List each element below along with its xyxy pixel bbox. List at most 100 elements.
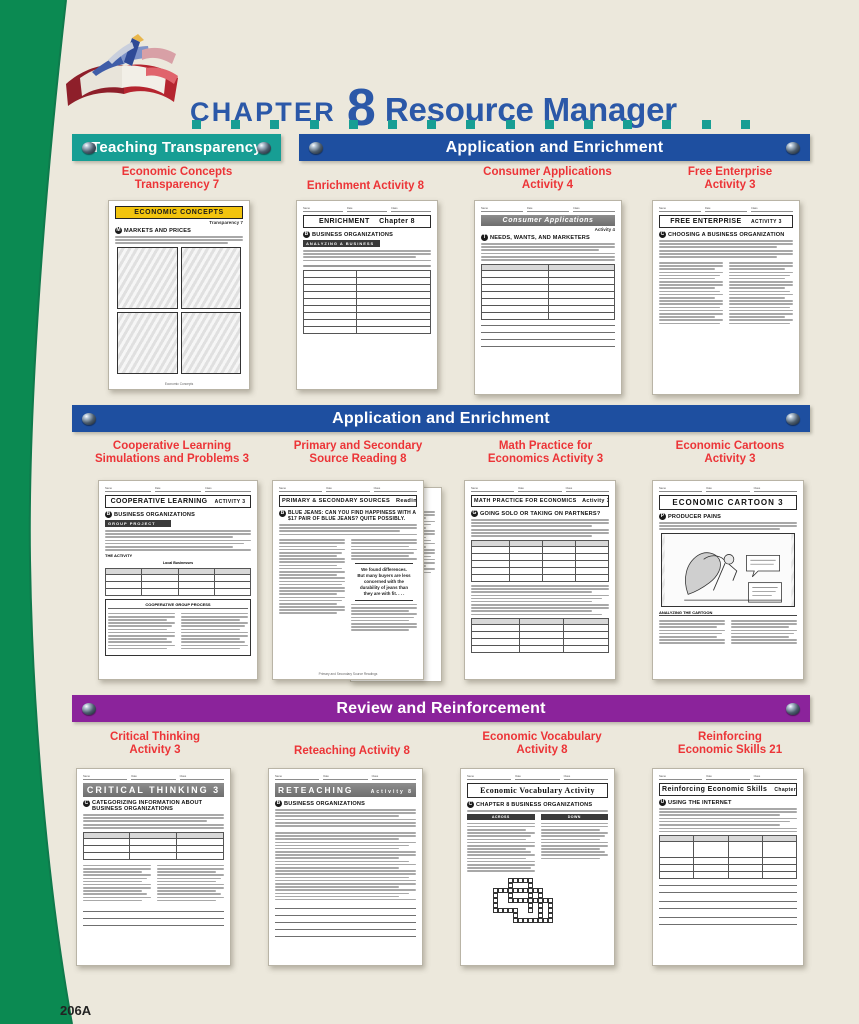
class-field: Class bbox=[391, 206, 431, 212]
worksheet-heading: C CATEGORIZING INFORMATION ABOUT BUSINES… bbox=[83, 800, 224, 812]
worksheet-subtitle: Transparency 7 bbox=[209, 220, 243, 225]
clues-columns: ACROSS DOWN bbox=[467, 813, 608, 874]
caption-consumer-applications-4: Consumer Applications Activity 4 bbox=[460, 166, 635, 192]
heading-text: CATEGORIZING INFORMATION ABOUT BUSINESS … bbox=[92, 800, 203, 812]
down-column: DOWN bbox=[540, 813, 608, 874]
caption-economic-vocabulary-8: Economic Vocabulary Activity 8 bbox=[452, 731, 632, 757]
followup-lines bbox=[471, 584, 609, 616]
name-date-class-row: Name Date Class bbox=[659, 774, 797, 780]
answer-lines bbox=[481, 324, 615, 347]
name-date-class-row: Name Date Class bbox=[105, 486, 251, 492]
directions-lines bbox=[275, 822, 416, 827]
class-field: Class bbox=[205, 486, 251, 492]
name-field: Name bbox=[471, 486, 515, 492]
caption-line-2: Activity 3 bbox=[129, 744, 181, 756]
section-label: THE ACTIVITY bbox=[105, 552, 133, 558]
class-field: Class bbox=[371, 774, 416, 780]
screw-icon bbox=[309, 141, 323, 154]
heading-text: BLUE JEANS: CAN YOU FIND HAPPINESS WITH … bbox=[288, 510, 417, 522]
thumbnail-consumer-applications-activity-4[interactable]: Name Date Class Consumer Applications Ac… bbox=[474, 200, 622, 395]
directions-lines bbox=[303, 250, 431, 262]
chapter-number: 8 bbox=[346, 79, 376, 137]
worksheet-heading: B BUSINESS ORGANIZATIONS bbox=[105, 511, 251, 518]
thumbnail-cooperative-learning-3[interactable]: Name Date Class COOPERATIVE LEARNING ACT… bbox=[98, 480, 258, 680]
reading-tag: Reading 8 bbox=[395, 498, 417, 504]
thumbnail-enrichment-activity-8[interactable]: Name Date Class ENRICHMENT Chapter 8 B B… bbox=[296, 200, 438, 390]
name-date-class-row: Name Date Class bbox=[481, 206, 615, 212]
page-header: CHAPTER 8 Resource Manager bbox=[0, 22, 859, 137]
banner-label: Application and Enrichment bbox=[445, 138, 664, 156]
worksheet-banner: CRITICAL THINKING 3 bbox=[83, 783, 224, 797]
dropcap: U bbox=[659, 799, 666, 806]
banner-label: Review and Reinforcement bbox=[336, 699, 546, 717]
caption-line-1: Economic Concepts bbox=[121, 166, 233, 178]
heading-text: NEEDS, WANTS, AND MARKETERS bbox=[490, 234, 590, 241]
caption-primary-secondary-8: Primary and Secondary Source Reading 8 bbox=[268, 440, 448, 466]
worksheet-heading: G GOING SOLO OR TAKING ON PARTNERS? bbox=[471, 510, 609, 517]
article-column-left bbox=[279, 539, 345, 631]
caption-line-1: Primary and Secondary bbox=[293, 440, 423, 452]
thumbnail-math-practice-economics-3[interactable]: Name Date Class MATH PRACTICE FOR ECONOM… bbox=[464, 480, 616, 680]
worksheet-banner: ECONOMIC CARTOON 3 bbox=[659, 495, 797, 510]
name-field: Name bbox=[481, 206, 523, 212]
name-field: Name bbox=[659, 486, 703, 492]
body-text-lines bbox=[659, 522, 797, 530]
caption-reinforcing-skills-21: Reinforcing Economic Skills 21 bbox=[645, 731, 815, 757]
worksheet-heading: M MARKETS AND PRICES bbox=[115, 227, 243, 234]
worksheet-heading: T NEEDS, WANTS, AND MARKETERS bbox=[481, 234, 615, 241]
caption-line-1: Economic Cartoons bbox=[675, 440, 785, 452]
producer-pains-cartoon bbox=[664, 533, 792, 606]
local-businesses-table bbox=[104, 567, 252, 596]
thumbnail-economic-concepts-transparency-7[interactable]: ECONOMIC CONCEPTS Transparency 7 M MARKE… bbox=[108, 200, 250, 390]
name-date-class-row: Name Date Class bbox=[83, 774, 224, 780]
pull-quote: We found differences. But many buyers ar… bbox=[355, 562, 413, 601]
article-columns: We found differences. But many buyers ar… bbox=[279, 537, 417, 633]
worksheet-banner: PRIMARY & SECONDARY SOURCES Reading 8 bbox=[279, 495, 417, 507]
heading-text: MARKETS AND PRICES bbox=[124, 227, 192, 234]
screw-icon bbox=[82, 141, 96, 154]
date-field: Date bbox=[323, 774, 368, 780]
thumbnail-critical-thinking-3[interactable]: Name Date Class CRITICAL THINKING 3 C CA… bbox=[76, 768, 231, 966]
worksheet-heading: U USING THE INTERNET bbox=[659, 799, 797, 806]
worksheet-banner: Reinforcing Economic Skills Chapter 21 bbox=[659, 783, 797, 796]
screw-icon bbox=[786, 702, 800, 715]
worksheet-banner: RETEACHING Activity 8 bbox=[275, 783, 416, 797]
directions-lines bbox=[659, 249, 793, 258]
thumbnail-reinforcing-economic-skills-21[interactable]: Name Date Class Reinforcing Economic Ski… bbox=[652, 768, 804, 966]
dotted-rule-decoration bbox=[192, 120, 750, 129]
thumbnail-economic-vocabulary-8[interactable]: Name Date Class Economic Vocabulary Acti… bbox=[460, 768, 615, 966]
down-label: DOWN bbox=[540, 813, 608, 820]
worksheet-banner: ECONOMIC CONCEPTS bbox=[115, 206, 243, 219]
thumbnail-reteaching-activity-8[interactable]: Name Date Class RETEACHING Activity 8 B … bbox=[268, 768, 423, 966]
caption-line-1: Cooperative Learning bbox=[112, 440, 232, 452]
class-field: Class bbox=[751, 206, 793, 212]
worksheet-heading: C CHOOSING A BUSINESS ORGANIZATION bbox=[659, 231, 793, 238]
caption-line-2: Economics Activity 3 bbox=[487, 453, 604, 465]
name-field: Name bbox=[279, 486, 323, 492]
date-field: Date bbox=[155, 486, 201, 492]
heading-text: CHAPTER 8 BUSINESS ORGANIZATIONS bbox=[476, 801, 593, 808]
name-date-class-row: Name Date Class bbox=[275, 774, 416, 780]
heading-text: BUSINESS ORGANIZATIONS bbox=[284, 800, 366, 807]
banner-text: FREE ENTERPRISE bbox=[670, 218, 742, 225]
body-text-lines bbox=[115, 236, 243, 244]
page-number: 206A bbox=[60, 1003, 92, 1018]
screw-icon bbox=[786, 412, 800, 425]
answer-lines-1 bbox=[659, 885, 797, 894]
thumbnail-primary-secondary-source-reading-8[interactable]: Name Date Class PRIMARY & SECONDARY SOUR… bbox=[272, 480, 424, 680]
banner-label: Teaching Transparency bbox=[91, 139, 262, 156]
name-date-class-row: Name Date Class bbox=[467, 774, 608, 780]
resource-manager-page: CHAPTER 8 Resource Manager Teaching Tran… bbox=[0, 0, 859, 1024]
thumbnail-economic-cartoons-3[interactable]: Name Date Class ECONOMIC CARTOON 3 P PRO… bbox=[652, 480, 804, 680]
caption-line-1: Free Enterprise bbox=[687, 166, 773, 178]
dropcap: C bbox=[83, 800, 90, 807]
worksheet-banner: ENRICHMENT Chapter 8 bbox=[303, 215, 431, 228]
activity-tag: Activity 4 bbox=[594, 227, 615, 232]
dropcap: P bbox=[659, 513, 666, 520]
caption-line-2: Activity 3 bbox=[704, 179, 756, 191]
dropcap: M bbox=[115, 227, 122, 234]
thumbnail-free-enterprise-activity-3[interactable]: Name Date Class FREE ENTERPRISE ACTIVITY… bbox=[652, 200, 800, 395]
caption-line-1: Critical Thinking bbox=[109, 731, 201, 743]
activity-tag: Activity 3 bbox=[582, 498, 609, 504]
date-field: Date bbox=[131, 774, 176, 780]
